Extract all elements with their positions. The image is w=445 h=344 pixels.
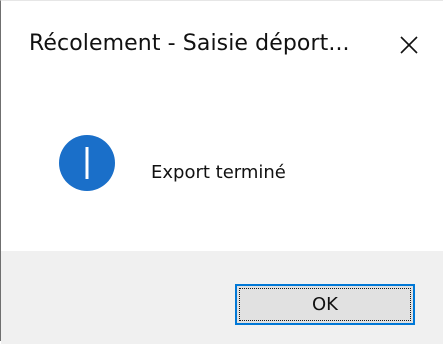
dialog-footer: OK	[1, 251, 443, 344]
close-icon	[399, 35, 419, 55]
dialog-message: Export terminé	[151, 162, 286, 183]
dialog-title: Récolement - Saisie déport...	[29, 31, 350, 56]
ok-button-label: OK	[312, 294, 338, 315]
ok-button[interactable]: OK	[235, 284, 415, 325]
info-icon	[58, 134, 116, 192]
message-dialog: Récolement - Saisie déport... Export ter…	[0, 0, 443, 344]
title-bar[interactable]: Récolement - Saisie déport...	[1, 1, 443, 91]
dialog-content: Export terminé	[1, 91, 443, 251]
close-button[interactable]	[385, 21, 433, 69]
